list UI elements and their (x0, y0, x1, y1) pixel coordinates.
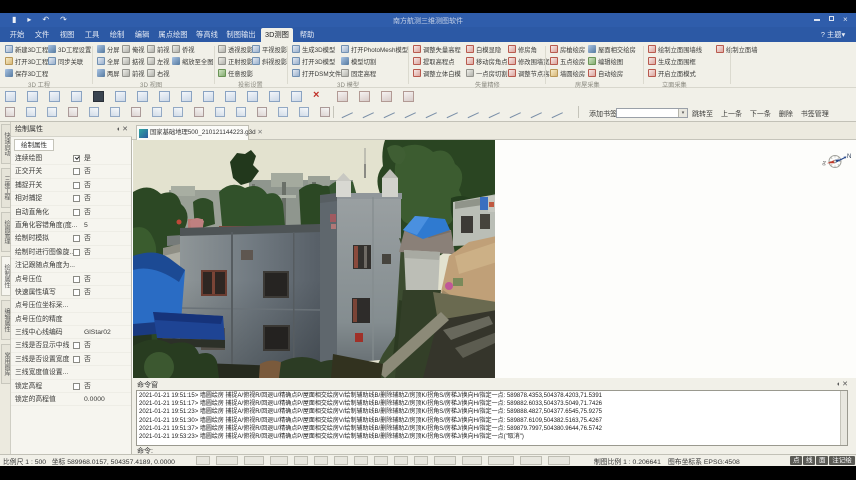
svg-text:94: 94 (821, 160, 827, 167)
svg-text:N: N (847, 154, 851, 160)
